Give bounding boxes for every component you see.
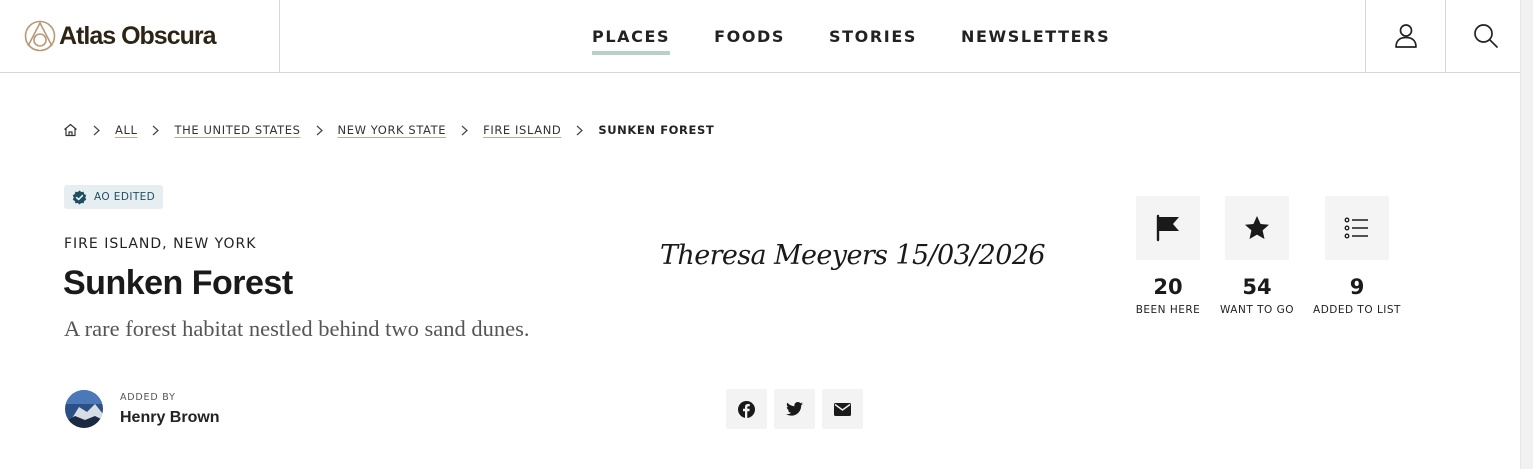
breadcrumb-new-york-state[interactable]: NEW YORK STATE bbox=[338, 123, 447, 137]
stat-been-here[interactable]: 20 BEEN HERE bbox=[1118, 196, 1218, 316]
been-here-button[interactable] bbox=[1136, 196, 1200, 260]
account-button[interactable] bbox=[1365, 0, 1445, 72]
breadcrumb: ALL THE UNITED STATES NEW YORK STATE FIR… bbox=[63, 121, 714, 139]
breadcrumb-all[interactable]: ALL bbox=[115, 123, 137, 137]
site-header: Atlas Obscura PLACES FOODS STORIES NEWSL… bbox=[0, 0, 1520, 73]
logo-text: Atlas Obscura bbox=[59, 21, 217, 50]
place-subtitle: A rare forest habitat nestled behind two… bbox=[64, 316, 530, 341]
facebook-icon bbox=[738, 400, 755, 418]
stat-added-to-list[interactable]: 9 ADDED TO LIST bbox=[1307, 196, 1407, 316]
stat-count: 9 bbox=[1349, 275, 1365, 299]
user-icon bbox=[1394, 24, 1417, 48]
badge-label: AO EDITED bbox=[94, 191, 156, 203]
added-by: ADDED BY Henry Brown bbox=[65, 390, 220, 428]
stat-label: ADDED TO LIST bbox=[1313, 304, 1401, 316]
share-buttons bbox=[726, 389, 870, 429]
nav-newsletters[interactable]: NEWSLETTERS bbox=[961, 27, 1110, 46]
ao-edited-badge: AO EDITED bbox=[64, 185, 164, 209]
flag-icon bbox=[1156, 214, 1179, 242]
home-icon[interactable] bbox=[63, 123, 78, 137]
breadcrumb-fire-island[interactable]: FIRE ISLAND bbox=[483, 123, 561, 137]
stat-count: 20 bbox=[1153, 275, 1183, 299]
chevron-right-icon bbox=[316, 125, 323, 136]
twitter-icon bbox=[786, 402, 803, 416]
breadcrumb-current: SUNKEN FOREST bbox=[598, 123, 715, 137]
logo-icon bbox=[24, 20, 56, 52]
list-icon bbox=[1344, 217, 1368, 239]
star-icon bbox=[1245, 216, 1269, 239]
verified-check-icon bbox=[72, 190, 87, 204]
added-by-name[interactable]: Henry Brown bbox=[120, 409, 220, 427]
chevron-right-icon bbox=[152, 125, 160, 136]
search-button[interactable] bbox=[1445, 0, 1525, 72]
page-title: Sunken Forest bbox=[63, 264, 293, 302]
added-by-label: ADDED BY bbox=[120, 391, 176, 403]
stat-label: WANT TO GO bbox=[1219, 304, 1294, 316]
nav-stories[interactable]: STORIES bbox=[829, 27, 917, 46]
main-nav: PLACES FOODS STORIES NEWSLETTERS bbox=[592, 0, 1154, 72]
chevron-right-icon bbox=[576, 125, 584, 136]
share-twitter-button[interactable] bbox=[774, 389, 815, 429]
stat-want-to-go[interactable]: 54 WANT TO GO bbox=[1207, 196, 1307, 316]
nav-foods[interactable]: FOODS bbox=[714, 27, 785, 46]
chevron-right-icon bbox=[461, 125, 469, 136]
place-location[interactable]: FIRE ISLAND, NEW YORK bbox=[64, 236, 256, 252]
stat-label: BEEN HERE bbox=[1135, 304, 1201, 316]
chevron-right-icon bbox=[93, 125, 100, 136]
stat-count: 54 bbox=[1242, 275, 1272, 299]
breadcrumb-united-states[interactable]: THE UNITED STATES bbox=[174, 123, 300, 137]
nav-places[interactable]: PLACES bbox=[592, 27, 671, 55]
avatar[interactable] bbox=[65, 390, 103, 428]
logo-link[interactable]: Atlas Obscura bbox=[0, 0, 280, 72]
share-email-button[interactable] bbox=[822, 389, 863, 429]
share-facebook-button[interactable] bbox=[726, 389, 767, 429]
want-to-go-button[interactable] bbox=[1225, 196, 1289, 260]
signature-text: Theresa Meeyers 15/03/2026 bbox=[660, 240, 1046, 271]
add-to-list-button[interactable] bbox=[1325, 196, 1389, 260]
email-icon bbox=[834, 402, 851, 416]
search-icon bbox=[1473, 24, 1498, 48]
